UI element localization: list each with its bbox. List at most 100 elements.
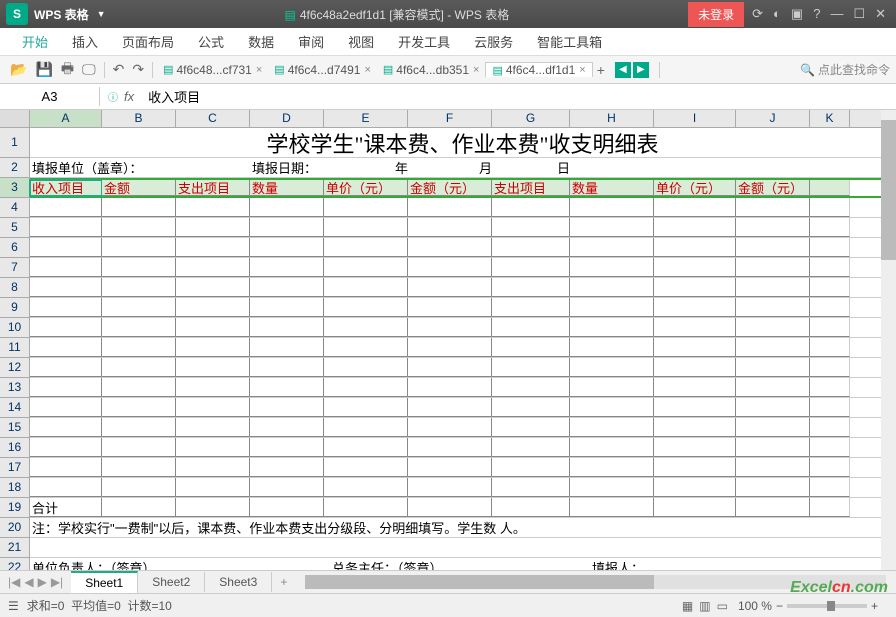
cell[interactable]: [102, 378, 176, 397]
row-header[interactable]: 3: [0, 178, 29, 198]
col-header-b[interactable]: B: [102, 110, 176, 127]
cell[interactable]: [30, 358, 102, 377]
cell[interactable]: [250, 318, 324, 337]
sheet-first-icon[interactable]: |◀: [8, 575, 20, 589]
command-search[interactable]: 🔍 点此查找命令: [800, 61, 890, 78]
app-menu-dropdown[interactable]: ▼: [97, 9, 106, 19]
cell[interactable]: [176, 258, 250, 277]
cell[interactable]: [570, 398, 654, 417]
cell-a3[interactable]: 收入项目: [30, 180, 102, 196]
row-header[interactable]: 2: [0, 158, 29, 178]
cell[interactable]: [736, 298, 810, 317]
menu-view[interactable]: 视图: [336, 32, 386, 51]
cell[interactable]: [492, 438, 570, 457]
col-header-k[interactable]: K: [810, 110, 850, 127]
cell[interactable]: [102, 218, 176, 237]
cell[interactable]: [736, 398, 810, 417]
row-header[interactable]: 1: [0, 128, 29, 158]
cell[interactable]: [30, 318, 102, 337]
cell[interactable]: [810, 238, 850, 257]
cell[interactable]: [30, 478, 102, 497]
cell[interactable]: [102, 438, 176, 457]
row-header[interactable]: 4: [0, 198, 29, 218]
cell[interactable]: 金额（元）: [408, 180, 492, 196]
sync-icon[interactable]: ⟳: [752, 6, 763, 22]
cell[interactable]: [250, 198, 324, 217]
cell[interactable]: 数量: [570, 180, 654, 196]
cell[interactable]: [176, 498, 250, 517]
cell[interactable]: [492, 478, 570, 497]
help-icon[interactable]: ?: [813, 6, 820, 22]
sheet-tab-1[interactable]: Sheet1: [71, 571, 138, 593]
cell[interactable]: [408, 198, 492, 217]
row-header[interactable]: 22: [0, 558, 29, 570]
sheet-tab-3[interactable]: Sheet3: [205, 572, 272, 592]
row-header[interactable]: 10: [0, 318, 29, 338]
cell[interactable]: [102, 498, 176, 517]
redo-icon[interactable]: ↷: [132, 61, 144, 78]
cell[interactable]: [250, 398, 324, 417]
cell[interactable]: [176, 438, 250, 457]
print-icon[interactable]: 🖶: [61, 58, 74, 82]
cell[interactable]: [654, 358, 736, 377]
fx-help-icon[interactable]: ⓘ: [108, 93, 118, 104]
row-header[interactable]: 11: [0, 338, 29, 358]
save-icon[interactable]: 💾: [35, 61, 52, 78]
cell[interactable]: [654, 458, 736, 477]
cell[interactable]: [102, 338, 176, 357]
cell[interactable]: [492, 298, 570, 317]
tab-prev-icon[interactable]: ◀: [615, 62, 631, 78]
menu-formula[interactable]: 公式: [186, 32, 236, 51]
cell[interactable]: [324, 458, 408, 477]
cell[interactable]: [492, 458, 570, 477]
cell[interactable]: [324, 418, 408, 437]
cell[interactable]: [324, 218, 408, 237]
cell[interactable]: [176, 398, 250, 417]
cell[interactable]: [30, 458, 102, 477]
row-header[interactable]: 9: [0, 298, 29, 318]
cell[interactable]: [654, 398, 736, 417]
maximize-icon[interactable]: ☐: [853, 6, 865, 22]
cell[interactable]: [30, 298, 102, 317]
row-header[interactable]: 6: [0, 238, 29, 258]
cell[interactable]: [492, 318, 570, 337]
row-header[interactable]: 13: [0, 378, 29, 398]
tab-close-icon[interactable]: ×: [256, 64, 262, 76]
cell[interactable]: [492, 358, 570, 377]
cell[interactable]: [250, 458, 324, 477]
cell[interactable]: [570, 278, 654, 297]
cell[interactable]: [176, 358, 250, 377]
cell[interactable]: [736, 438, 810, 457]
cell[interactable]: [810, 180, 850, 196]
cell[interactable]: [250, 218, 324, 237]
cell[interactable]: [250, 418, 324, 437]
cell-note[interactable]: 注：学校实行"一费制"以后，课本费、作业本费支出分级段、分明细填写。学生数 人。: [30, 518, 896, 537]
close-icon[interactable]: ✕: [875, 6, 886, 22]
cell[interactable]: [250, 478, 324, 497]
row-header[interactable]: 14: [0, 398, 29, 418]
row-header[interactable]: 21: [0, 538, 29, 558]
cell[interactable]: [736, 418, 810, 437]
cell[interactable]: [30, 418, 102, 437]
cell[interactable]: [30, 398, 102, 417]
cell[interactable]: [810, 278, 850, 297]
cell[interactable]: [492, 338, 570, 357]
cell[interactable]: [102, 458, 176, 477]
cell[interactable]: [250, 258, 324, 277]
cell[interactable]: [810, 338, 850, 357]
cell[interactable]: [570, 378, 654, 397]
menu-data[interactable]: 数据: [236, 32, 286, 51]
cell[interactable]: 填报日期：: [250, 158, 326, 177]
cell[interactable]: [408, 298, 492, 317]
menu-cloud[interactable]: 云服务: [462, 32, 525, 51]
row-header[interactable]: 15: [0, 418, 29, 438]
cell[interactable]: [250, 378, 324, 397]
cell[interactable]: [570, 298, 654, 317]
cell[interactable]: [492, 418, 570, 437]
cell[interactable]: [736, 498, 810, 517]
cell[interactable]: [176, 278, 250, 297]
cell[interactable]: [102, 298, 176, 317]
cell[interactable]: [654, 238, 736, 257]
cell[interactable]: [570, 338, 654, 357]
cell[interactable]: [324, 298, 408, 317]
